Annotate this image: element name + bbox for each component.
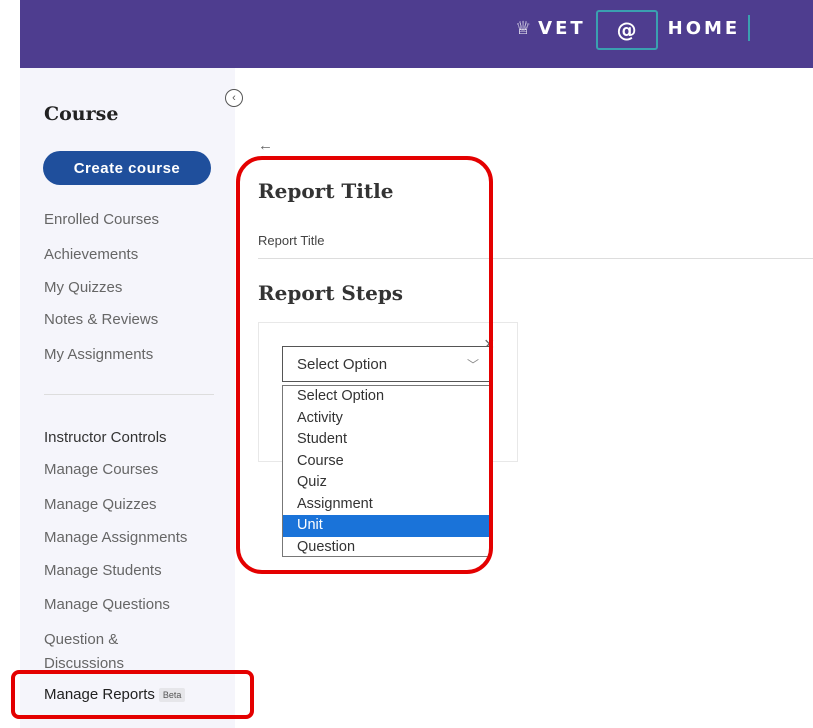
sidebar-divider — [44, 394, 214, 395]
chef-hat-icon: ♕ — [515, 17, 535, 39]
sidebar-title: Course — [44, 103, 119, 125]
logo-text-home: HOME — [667, 17, 741, 39]
sidebar-item-notes-reviews[interactable]: Notes & Reviews — [44, 311, 158, 328]
logo-at-box: @ — [595, 10, 658, 50]
highlight-report-form — [236, 156, 493, 574]
logo-text-vet: VET — [538, 17, 586, 39]
vet-at-home-logo[interactable]: ♕ VET @ HOME — [515, 8, 751, 50]
instructor-controls-label: Instructor Controls — [44, 429, 167, 446]
sidebar-item-question-discussions[interactable]: Question & Discussions — [44, 628, 194, 676]
top-header: ♕ VET @ HOME — [20, 0, 813, 68]
sidebar-item-manage-quizzes[interactable]: Manage Quizzes — [44, 496, 157, 513]
sidebar-item-manage-questions[interactable]: Manage Questions — [44, 596, 170, 613]
sidebar-item-my-quizzes[interactable]: My Quizzes — [44, 279, 122, 296]
logo-bar — [748, 15, 751, 41]
sidebar-item-manage-assignments[interactable]: Manage Assignments — [44, 529, 187, 546]
create-course-button[interactable]: Create course — [43, 151, 211, 185]
sidebar-item-manage-courses[interactable]: Manage Courses — [44, 461, 158, 478]
sidebar-item-enrolled-courses[interactable]: Enrolled Courses — [44, 211, 159, 228]
back-arrow-icon[interactable]: ← — [258, 137, 273, 154]
sidebar-item-my-assignments[interactable]: My Assignments — [44, 346, 153, 363]
sidebar-item-manage-students[interactable]: Manage Students — [44, 562, 162, 579]
chevron-left-icon[interactable]: ‹ — [225, 89, 243, 107]
highlight-manage-reports — [11, 670, 254, 719]
sidebar-item-achievements[interactable]: Achievements — [44, 246, 138, 263]
